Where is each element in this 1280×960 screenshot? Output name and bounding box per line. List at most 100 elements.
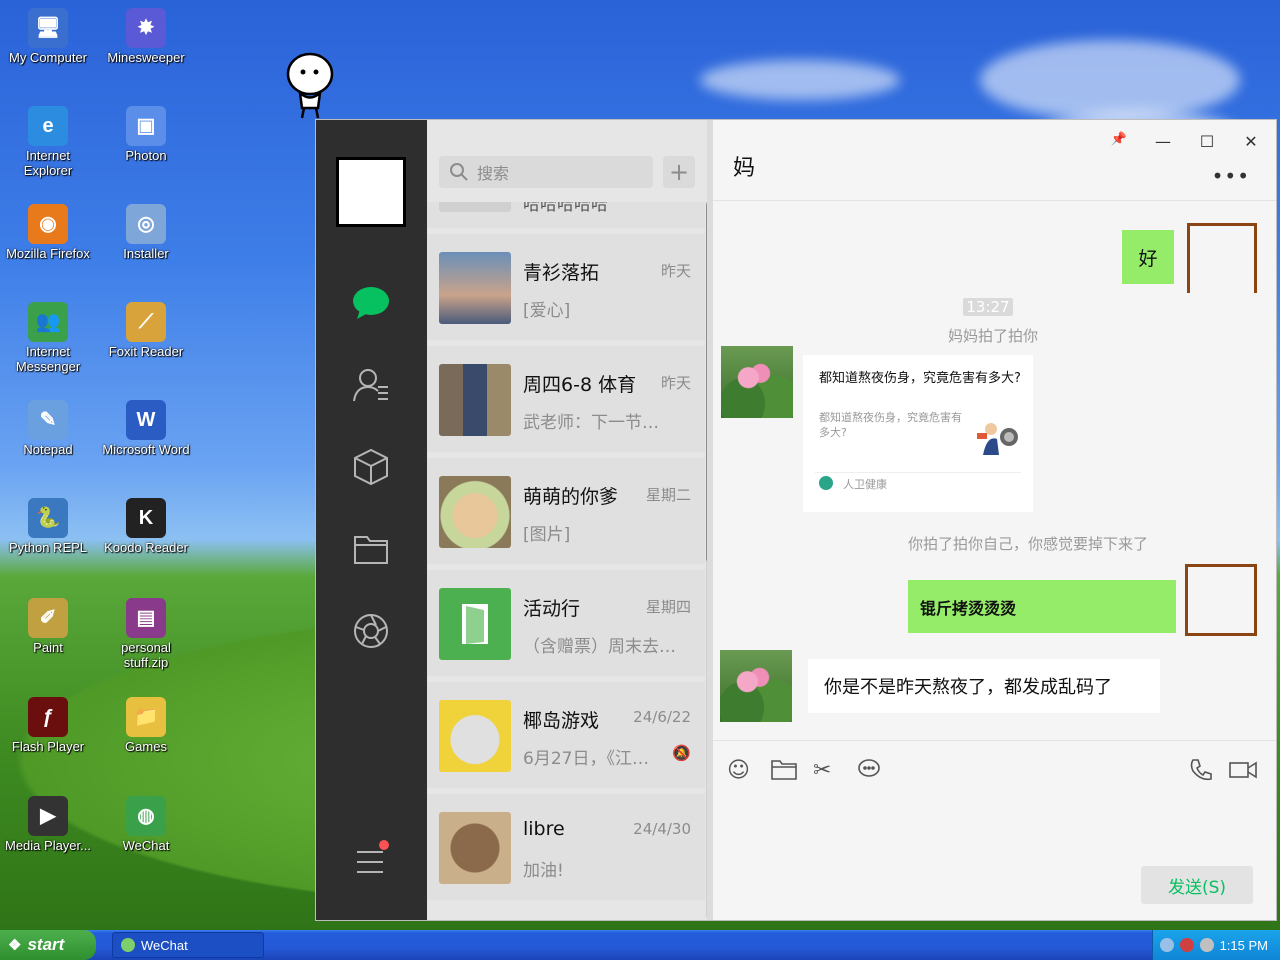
more-options-button[interactable]: ••• [1212, 164, 1250, 188]
desktop-icon-games[interactable]: 📁 Games [101, 697, 191, 754]
conversation-time: 昨天 [660, 374, 691, 392]
message-bubble-self[interactable]: 锟斤拷烫烫烫 [908, 580, 1176, 633]
desktop-icon-koodo[interactable]: K Koodo Reader [101, 498, 191, 555]
card-source: 人卫健康 [843, 478, 887, 491]
conversation-name: 青衫落拓 [523, 262, 600, 284]
minimize-button[interactable]: — [1153, 132, 1173, 151]
avatar[interactable] [1187, 223, 1257, 293]
add-button[interactable]: + [663, 156, 695, 188]
volume-icon[interactable] [1199, 938, 1214, 952]
avatar[interactable] [1185, 564, 1257, 636]
folder-icon: 📁 [126, 697, 166, 737]
card-description: 都知道熬夜伤身，究竟危害有多大? [819, 411, 962, 439]
desktop-icon-installer[interactable]: ◎ Installer [101, 204, 191, 261]
divider [815, 472, 1021, 473]
foxit-reader-icon: ⟋ [126, 302, 166, 342]
flash-player-icon: ƒ [28, 697, 68, 737]
folder-icon[interactable] [771, 758, 797, 780]
desktop-icon-wechat[interactable]: ◍ WeChat [101, 796, 191, 853]
desktop-icon-messenger[interactable]: 👥 Internet Messenger [3, 302, 93, 374]
desktop-icon-label: Notepad [23, 442, 73, 457]
mute-bell-icon: 🔕 [672, 744, 691, 762]
close-button[interactable]: ✕ [1241, 132, 1261, 151]
contacts-icon[interactable] [351, 365, 391, 405]
scissors-icon[interactable]: ✂ [813, 758, 831, 783]
start-button[interactable]: ❖ start [0, 930, 96, 960]
list-item[interactable]: 活动行 星期四 （含赠票）周末去… [427, 570, 705, 676]
search-icon [450, 163, 468, 181]
time-stamp: 13:27 [963, 298, 1013, 316]
desktop-pet-character[interactable] [282, 50, 338, 120]
list-item[interactable]: 萌萌的你爹 星期二 [图片] [427, 458, 705, 564]
maximize-button[interactable]: ☐ [1197, 132, 1217, 151]
chat-icon[interactable] [351, 283, 391, 323]
search-placeholder: 搜索 [477, 164, 510, 183]
pat-notice: 妈妈拍了拍你 [947, 327, 1038, 345]
installer-icon: ◎ [126, 204, 166, 244]
desktop-icon-internet-explorer[interactable]: e Internet Explorer [3, 106, 93, 178]
desktop-icon-python[interactable]: 🐍 Python REPL [3, 498, 93, 555]
search-input[interactable]: 搜索 [439, 156, 653, 188]
article-card[interactable]: 都知道熬夜伤身，究竟危害有多大? 都知道熬夜伤身，究竟危害有多大? 人卫健康 [803, 355, 1033, 512]
avatar[interactable] [336, 157, 406, 227]
message-bubble-self[interactable]: 好 [1122, 230, 1174, 284]
wechat-window: 搜索 + 哈哈哈哈哈 青衫落拓 昨天 [爱心] 周四6-8 体育 昨天 武老师：… [316, 120, 1276, 920]
wechat-icon [121, 938, 135, 952]
desktop-icon-photon[interactable]: ▣ Photon [101, 106, 191, 163]
phone-icon[interactable] [1189, 758, 1213, 782]
system-tray: 1:15 PM [1152, 930, 1280, 960]
conversation-preview: （含赠票）周末去… [523, 637, 676, 657]
emoji-icon[interactable]: ☺ [727, 758, 750, 783]
conversation-avatar [439, 588, 511, 660]
desktop-icon-notepad[interactable]: ✎ Notepad [3, 400, 93, 457]
desktop-icon-word[interactable]: W Microsoft Word [101, 400, 191, 457]
taskbar-item-wechat[interactable]: WeChat [112, 932, 264, 958]
desktop-icon-media-player[interactable]: ▶ Media Player... [3, 796, 93, 853]
desktop-icon-label: Koodo Reader [104, 540, 188, 555]
koodo-reader-icon: K [126, 498, 166, 538]
chat-pane: 妈 📌 — ☐ ✕ ••• 好 13:27 妈妈拍了拍你 都知道熬夜伤身，究竟危… [707, 120, 1276, 920]
video-call-icon[interactable] [1229, 760, 1257, 780]
desktop-icon-label: Minesweeper [107, 50, 185, 65]
send-button[interactable]: 发送(S) [1141, 866, 1253, 904]
list-item[interactable]: 周四6-8 体育 昨天 武老师：下一节… [427, 346, 705, 452]
conversation-time: 星期二 [645, 486, 691, 504]
list-item[interactable]: 哈哈哈哈哈 [427, 202, 705, 228]
desktop-icon-paint[interactable]: ✐ Paint [3, 598, 93, 655]
desktop-icon-zip[interactable]: ▤ personal stuff.zip [101, 598, 191, 670]
cube-icon[interactable] [351, 447, 391, 487]
divider [713, 740, 1276, 741]
chat-title: 妈 [733, 156, 756, 181]
desktop-icon-my-computer[interactable]: 🖥 My Computer [3, 8, 93, 65]
notepad-icon: ✎ [28, 400, 68, 440]
message-bubble-other[interactable]: 你是不是昨天熬夜了，都发成乱码了 [808, 659, 1160, 713]
desktop-icon-label: Foxit Reader [108, 344, 184, 359]
chat-bubble-icon[interactable] [857, 758, 881, 780]
messenger-icon: 👥 [28, 302, 68, 342]
avatar[interactable] [720, 650, 792, 722]
desktop-icon-flash[interactable]: ƒ Flash Player [3, 697, 93, 754]
moments-icon[interactable] [351, 611, 391, 651]
menu-icon[interactable] [351, 840, 391, 880]
desktop-icon-firefox[interactable]: ◉ Mozilla Firefox [3, 204, 93, 261]
avatar[interactable] [721, 346, 793, 418]
desktop-icon-label: Flash Player [11, 739, 85, 754]
list-item[interactable]: 青衫落拓 昨天 [爱心] [427, 234, 705, 340]
security-icon[interactable] [1179, 938, 1194, 952]
conversation-preview: 武老师：下一节… [523, 413, 659, 433]
list-item[interactable]: 椰岛游戏 24/6/22 6月27日，《江… 🔕 [427, 682, 705, 788]
network-icon[interactable] [1159, 938, 1174, 952]
folder-icon[interactable] [351, 529, 391, 569]
photon-icon: ▣ [126, 106, 166, 146]
conversation-preview: [图片] [523, 525, 571, 545]
conversation-avatar [439, 812, 511, 884]
word-icon: W [126, 400, 166, 440]
list-item[interactable]: libre 24/4/30 加油! [427, 794, 705, 900]
conversation-scroll-area[interactable]: 哈哈哈哈哈 青衫落拓 昨天 [爱心] 周四6-8 体育 昨天 武老师：下一节… … [427, 202, 705, 920]
desktop-icon-label: Media Player... [5, 838, 91, 853]
desktop-icon-foxit[interactable]: ⟋ Foxit Reader [101, 302, 191, 359]
desktop-icon-label: Microsoft Word [102, 442, 190, 457]
pin-icon[interactable]: 📌 [1109, 132, 1129, 147]
door-icon [462, 604, 488, 644]
desktop-icon-minesweeper[interactable]: ✸ Minesweeper [101, 8, 191, 65]
